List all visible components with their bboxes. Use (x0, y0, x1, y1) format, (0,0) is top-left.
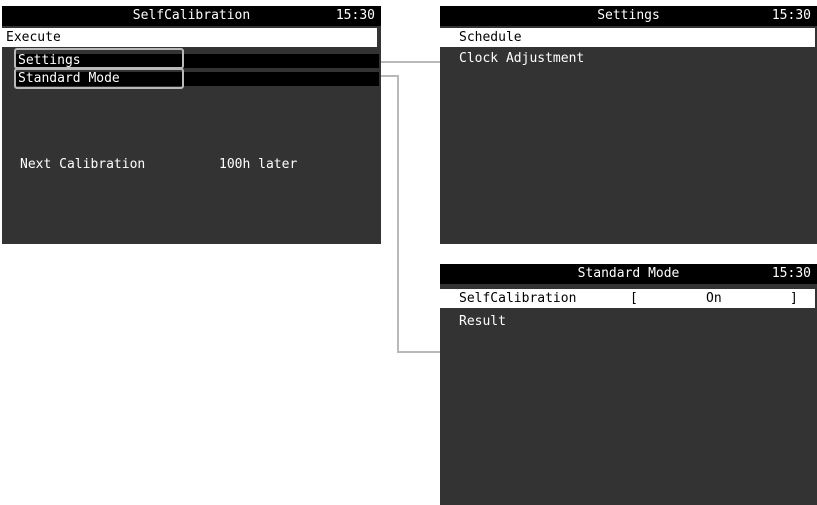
setting-label: SelfCalibration (459, 291, 577, 306)
standard-mode-titlebar: Standard Mode 15:30 (440, 264, 817, 284)
callout-settings (14, 48, 184, 69)
panel-title: Settings (597, 8, 660, 23)
selfcalibration-value: On (706, 291, 722, 306)
setting-label: Result (459, 314, 506, 329)
row-result[interactable]: Result (440, 312, 815, 331)
panel-title: SelfCalibration (132, 8, 251, 23)
bracket-open: [ (630, 291, 638, 306)
next-calibration-value: 100h later (219, 157, 298, 172)
bracket-close: ] (790, 291, 798, 306)
menu-item-label: Schedule (459, 30, 522, 45)
settings-titlebar: Settings 15:30 (440, 6, 817, 26)
callout-standard-mode (14, 68, 184, 89)
standard-mode-panel: Standard Mode 15:30 SelfCalibration [ On… (440, 264, 817, 505)
menu-item-schedule[interactable]: Schedule (440, 28, 815, 47)
clock-time: 15:30 (771, 8, 811, 23)
menu-item-label: Execute (6, 30, 61, 45)
next-calibration-label: Next Calibration (20, 157, 146, 172)
menu-item-label: Clock Adjustment (459, 51, 585, 66)
selfcalibration-titlebar: SelfCalibration 15:30 (2, 6, 381, 26)
menu-item-clock-adjustment[interactable]: Clock Adjustment (440, 49, 815, 68)
row-selfcalibration[interactable]: SelfCalibration [ On ] (440, 289, 815, 308)
menu-item-execute[interactable]: Execute (2, 28, 377, 47)
clock-time: 15:30 (771, 266, 811, 281)
settings-menu-panel: Settings 15:30 Schedule Clock Adjustment (440, 6, 817, 244)
clock-time: 15:30 (335, 8, 375, 23)
panel-title: Standard Mode (577, 266, 680, 281)
selfcalibration-menu-panel: SelfCalibration 15:30 Execute Settings S… (2, 6, 381, 244)
